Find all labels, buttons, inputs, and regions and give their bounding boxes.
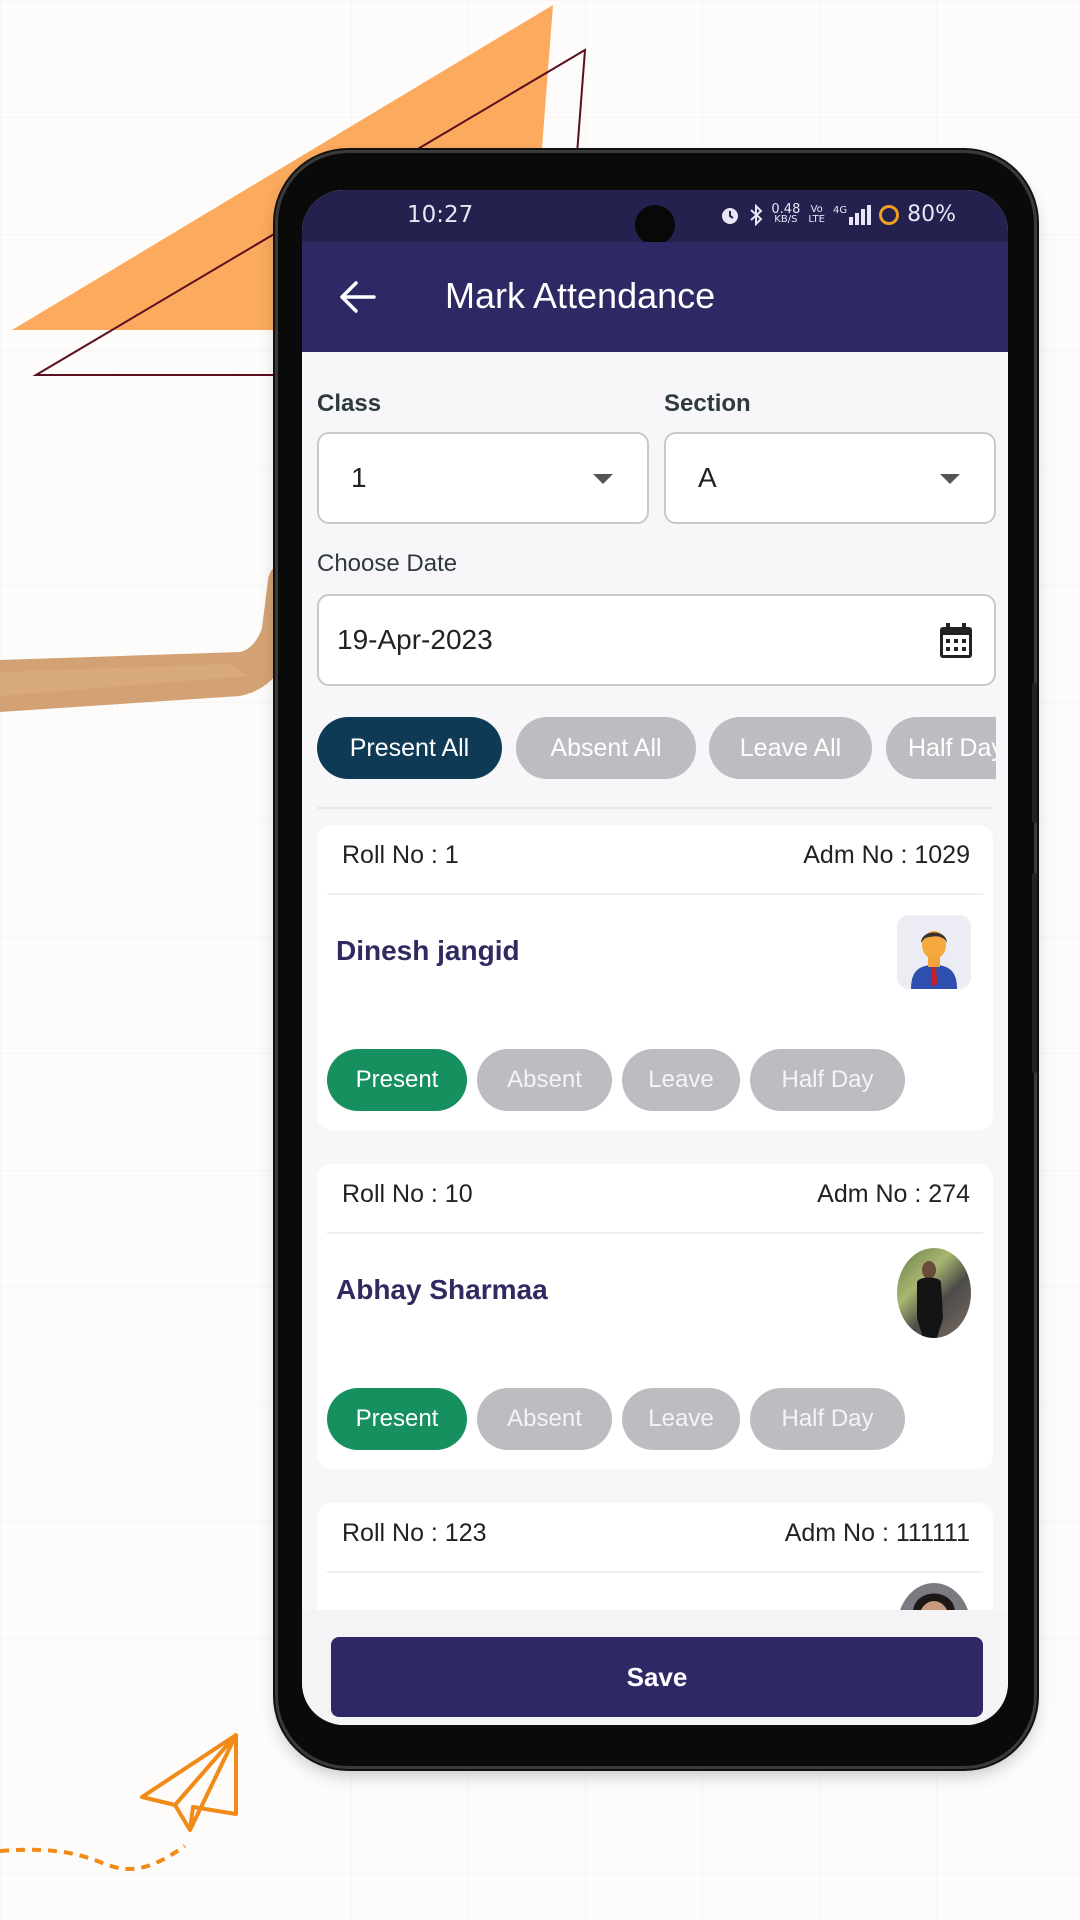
present-button[interactable]: Present	[327, 1388, 467, 1450]
absent-all-button[interactable]: Absent All	[516, 717, 696, 779]
divider	[327, 1232, 983, 1234]
absent-button[interactable]: Absent	[477, 1049, 612, 1111]
divider	[317, 807, 993, 809]
front-camera	[635, 205, 675, 245]
admission-number: Adm No : 1029	[803, 841, 970, 869]
student-photo	[917, 1261, 943, 1338]
default-avatar-icon	[911, 931, 957, 989]
page-title: Mark Attendance	[445, 275, 716, 316]
app-screen: 10:27 0.48 KB/S Vo LTE 4G 80% Mark Attenda…	[302, 190, 1008, 1725]
present-button[interactable]: Present	[327, 1049, 467, 1111]
hand-illustration	[0, 563, 295, 712]
status-time: 10:27	[407, 202, 474, 228]
class-value: 1	[351, 462, 367, 493]
avatar	[897, 1583, 971, 1610]
class-label: Class	[317, 390, 382, 417]
phone-side-button	[1032, 873, 1037, 1073]
student-card: Roll No : 1 Adm No : 1029 Dinesh jangid …	[317, 825, 993, 1130]
attendance-options: Present Absent Leave Half Day	[327, 1388, 905, 1450]
status-bar: 10:27 0.48 KB/S Vo LTE 4G 80%	[302, 190, 1008, 245]
absent-button[interactable]: Absent	[477, 1388, 612, 1450]
avatar	[897, 915, 971, 989]
leave-button[interactable]: Leave	[622, 1049, 740, 1111]
section-value: A	[698, 462, 717, 493]
calendar-icon[interactable]	[938, 622, 974, 660]
date-field[interactable]: 19-Apr-2023	[317, 594, 996, 686]
leave-all-button[interactable]: Leave All	[709, 717, 872, 779]
avatar	[897, 1248, 971, 1338]
section-label: Section	[664, 390, 751, 417]
present-all-button[interactable]: Present All	[317, 717, 502, 779]
student-photo	[913, 1593, 955, 1610]
status-icons: 0.48 KB/S Vo LTE 4G 80%	[719, 202, 956, 227]
chevron-down-icon	[593, 474, 613, 484]
save-bar: Save	[302, 1610, 1008, 1725]
section-dropdown[interactable]: A	[664, 432, 996, 524]
signal-icon: 4G	[833, 204, 872, 225]
phone-side-button	[1032, 683, 1037, 823]
roll-number: Roll No : 10	[342, 1180, 473, 1208]
admission-number: Adm No : 274	[817, 1180, 970, 1208]
paper-plane-icon	[140, 1733, 238, 1832]
save-button[interactable]: Save	[331, 1637, 983, 1717]
student-name: Dinesh jangid	[336, 935, 520, 966]
divider	[327, 893, 983, 895]
leave-button[interactable]: Leave	[622, 1388, 740, 1450]
roll-number: Roll No : 123	[342, 1519, 487, 1547]
battery-level: 80%	[907, 202, 956, 227]
battery-saver-icon	[879, 204, 900, 225]
dashed-flight-path	[0, 1844, 187, 1871]
student-name: Abhay Sharmaa	[336, 1274, 548, 1305]
half-day-all-button[interactable]: Half Day All	[886, 717, 996, 779]
student-card: Roll No : 10 Adm No : 274 Abhay Sharmaa …	[317, 1164, 993, 1469]
bluetooth-icon	[750, 203, 763, 226]
half-day-button[interactable]: Half Day	[750, 1049, 905, 1111]
admission-number: Adm No : 111111	[784, 1519, 970, 1547]
student-list[interactable]: Roll No : 1 Adm No : 1029 Dinesh jangid …	[302, 825, 1008, 1610]
volte-indicator: Vo LTE	[808, 203, 825, 225]
class-dropdown[interactable]: 1	[317, 432, 649, 524]
alarm-icon	[722, 207, 739, 224]
date-value: 19-Apr-2023	[337, 624, 493, 655]
student-card: Roll No : 123 Adm No : 111111	[317, 1503, 993, 1610]
half-day-button[interactable]: Half Day	[750, 1388, 905, 1450]
arrow-left-icon[interactable]	[338, 280, 378, 314]
date-label: Choose Date	[317, 550, 458, 577]
roll-number: Roll No : 1	[342, 841, 459, 869]
net-speed: 0.48 KB/S	[771, 201, 801, 225]
app-bar: Mark Attendance	[302, 242, 1008, 352]
divider	[327, 1571, 983, 1573]
chevron-down-icon	[940, 474, 960, 484]
attendance-options: Present Absent Leave Half Day	[327, 1049, 905, 1111]
